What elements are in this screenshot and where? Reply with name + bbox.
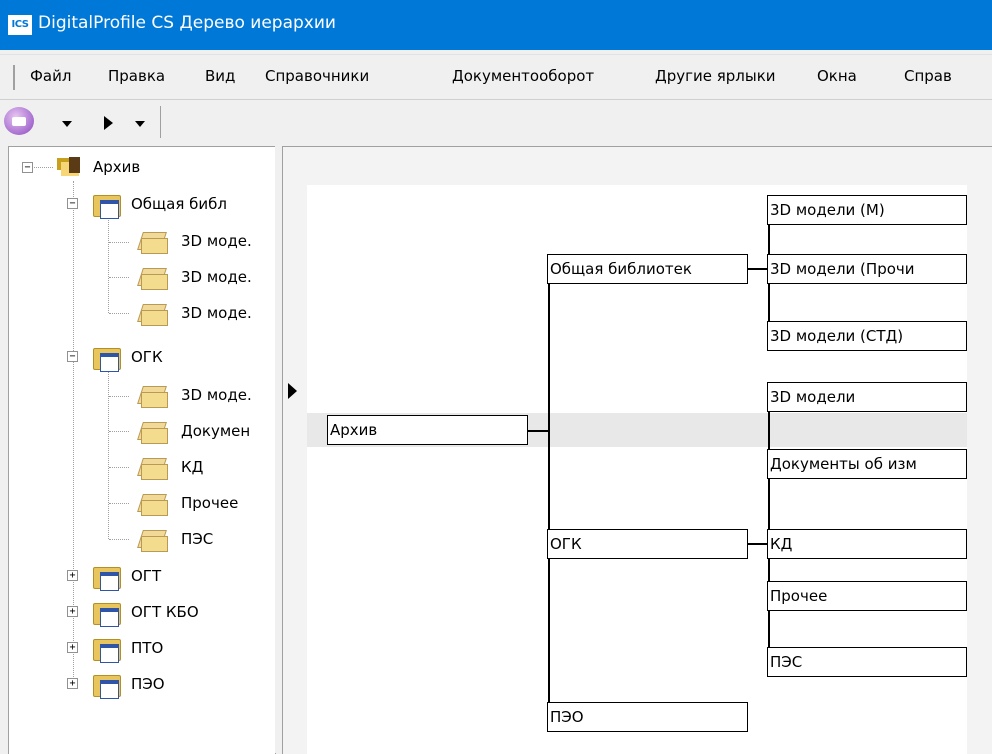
title-bar: ICS DigitalProfile CS Дерево иерархии: [0, 0, 992, 50]
tree-connector: [108, 361, 109, 539]
tree-connector: [108, 207, 109, 313]
tree-node-item[interactable]: 3D моде.: [181, 232, 252, 250]
diagram-node-child[interactable]: 3D модели (СТД): [767, 321, 967, 351]
library-folder-icon: [93, 635, 121, 663]
library-folder-icon: [93, 344, 121, 372]
expand-toggle[interactable]: +: [67, 606, 78, 617]
collapse-toggle[interactable]: −: [67, 351, 78, 362]
menu-other-shortcuts[interactable]: Другие ярлыки: [655, 67, 776, 85]
open-folder-icon: [137, 382, 169, 408]
tree-connector: [109, 396, 129, 397]
collapse-toggle[interactable]: −: [67, 198, 78, 209]
tree-connector: [109, 431, 129, 432]
tree-connector: [109, 313, 129, 314]
menu-document-flow[interactable]: Документооборот: [452, 67, 594, 85]
open-folder-icon: [137, 454, 169, 480]
tree-node-item[interactable]: КД: [181, 458, 203, 476]
dropdown-caret-icon[interactable]: [62, 121, 72, 127]
expand-toggle[interactable]: +: [67, 642, 78, 653]
open-folder-icon: [137, 300, 169, 326]
window-title: DigitalProfile CS Дерево иерархии: [38, 13, 336, 33]
pane-splitter[interactable]: [275, 146, 279, 753]
open-folder-icon: [137, 490, 169, 516]
diagram-node-group[interactable]: ПЭО: [547, 702, 748, 732]
diagram-node-group[interactable]: ОГК: [547, 529, 748, 559]
play-icon[interactable]: [104, 116, 113, 130]
collapse-toggle[interactable]: −: [22, 162, 33, 173]
tree-node-item[interactable]: 3D моде.: [181, 268, 252, 286]
tree-node-ogt-kbo[interactable]: ОГТ КБО: [131, 603, 199, 621]
library-folder-icon: [93, 191, 121, 219]
open-folder-icon: [137, 526, 169, 552]
tree-node-ogk[interactable]: ОГК: [131, 348, 163, 366]
tree-node-general-library[interactable]: Общая библ: [131, 195, 227, 213]
hierarchy-tree[interactable]: − Архив − Общая библ 3D моде. 3D моде. 3…: [8, 146, 276, 754]
open-folder-icon: [137, 264, 169, 290]
menu-edit[interactable]: Правка: [108, 67, 165, 85]
diagram-node-child[interactable]: ПЭС: [767, 647, 967, 677]
tree-node-ogt[interactable]: ОГТ: [131, 567, 161, 585]
menu-grip[interactable]: [13, 65, 15, 90]
tree-node-root[interactable]: Архив: [93, 158, 140, 176]
diagram-node-root[interactable]: Архив: [327, 415, 528, 445]
diagram-node-child[interactable]: КД: [767, 529, 967, 559]
tree-node-peo[interactable]: ПЭО: [131, 675, 165, 693]
tree-node-item[interactable]: 3D моде.: [181, 304, 252, 322]
diagram-node-child[interactable]: Прочее: [767, 581, 967, 611]
tree-node-item[interactable]: 3D моде.: [181, 386, 252, 404]
menu-file[interactable]: Файл: [30, 67, 71, 85]
library-folder-icon: [93, 599, 121, 627]
menu-view[interactable]: Вид: [205, 67, 235, 85]
expand-toggle[interactable]: +: [67, 570, 78, 581]
tree-connector: [109, 503, 129, 504]
archive-icon: [57, 153, 83, 177]
diagram-node-child[interactable]: 3D модели (М): [767, 195, 967, 225]
toolbar-separator: [160, 106, 161, 138]
print-icon[interactable]: [4, 107, 34, 135]
library-folder-icon: [93, 671, 121, 699]
open-folder-icon: [137, 418, 169, 444]
diagram-node-group[interactable]: Общая библиотек: [547, 254, 748, 284]
app-logo-icon: ICS: [8, 15, 32, 35]
tree-connector: [109, 467, 129, 468]
diagram-canvas: Архив Общая библиотек ОГК ПЭО 3D модели …: [307, 185, 967, 754]
tree-connector: [109, 277, 129, 278]
row-pointer-icon: [288, 383, 297, 399]
diagram-node-child[interactable]: 3D модели (Прочи: [767, 254, 967, 284]
expand-toggle[interactable]: +: [67, 678, 78, 689]
tree-connector: [109, 539, 129, 540]
tree-node-pto[interactable]: ПТО: [131, 639, 163, 657]
menu-references[interactable]: Справочники: [265, 67, 369, 85]
tree-connector: [109, 242, 129, 243]
tree-node-item[interactable]: Докумен: [181, 422, 250, 440]
menu-help[interactable]: Справ: [904, 67, 952, 85]
diagram-connector: [527, 430, 549, 432]
library-folder-icon: [93, 563, 121, 591]
dropdown-caret-icon[interactable]: [135, 121, 145, 127]
tree-node-item[interactable]: Прочее: [181, 494, 238, 512]
hierarchy-diagram[interactable]: Архив Общая библиотек ОГК ПЭО 3D модели …: [282, 146, 992, 754]
tree-node-item[interactable]: ПЭС: [181, 530, 213, 548]
diagram-connector: [548, 268, 550, 716]
diagram-node-child[interactable]: Документы об изм: [767, 449, 967, 479]
menu-bar: Файл Правка Вид Справочники Документообо…: [0, 54, 992, 100]
diagram-node-child[interactable]: 3D модели: [767, 382, 967, 412]
toolbar: [0, 104, 992, 140]
menu-windows[interactable]: Окна: [817, 67, 857, 85]
open-folder-icon: [137, 228, 169, 254]
